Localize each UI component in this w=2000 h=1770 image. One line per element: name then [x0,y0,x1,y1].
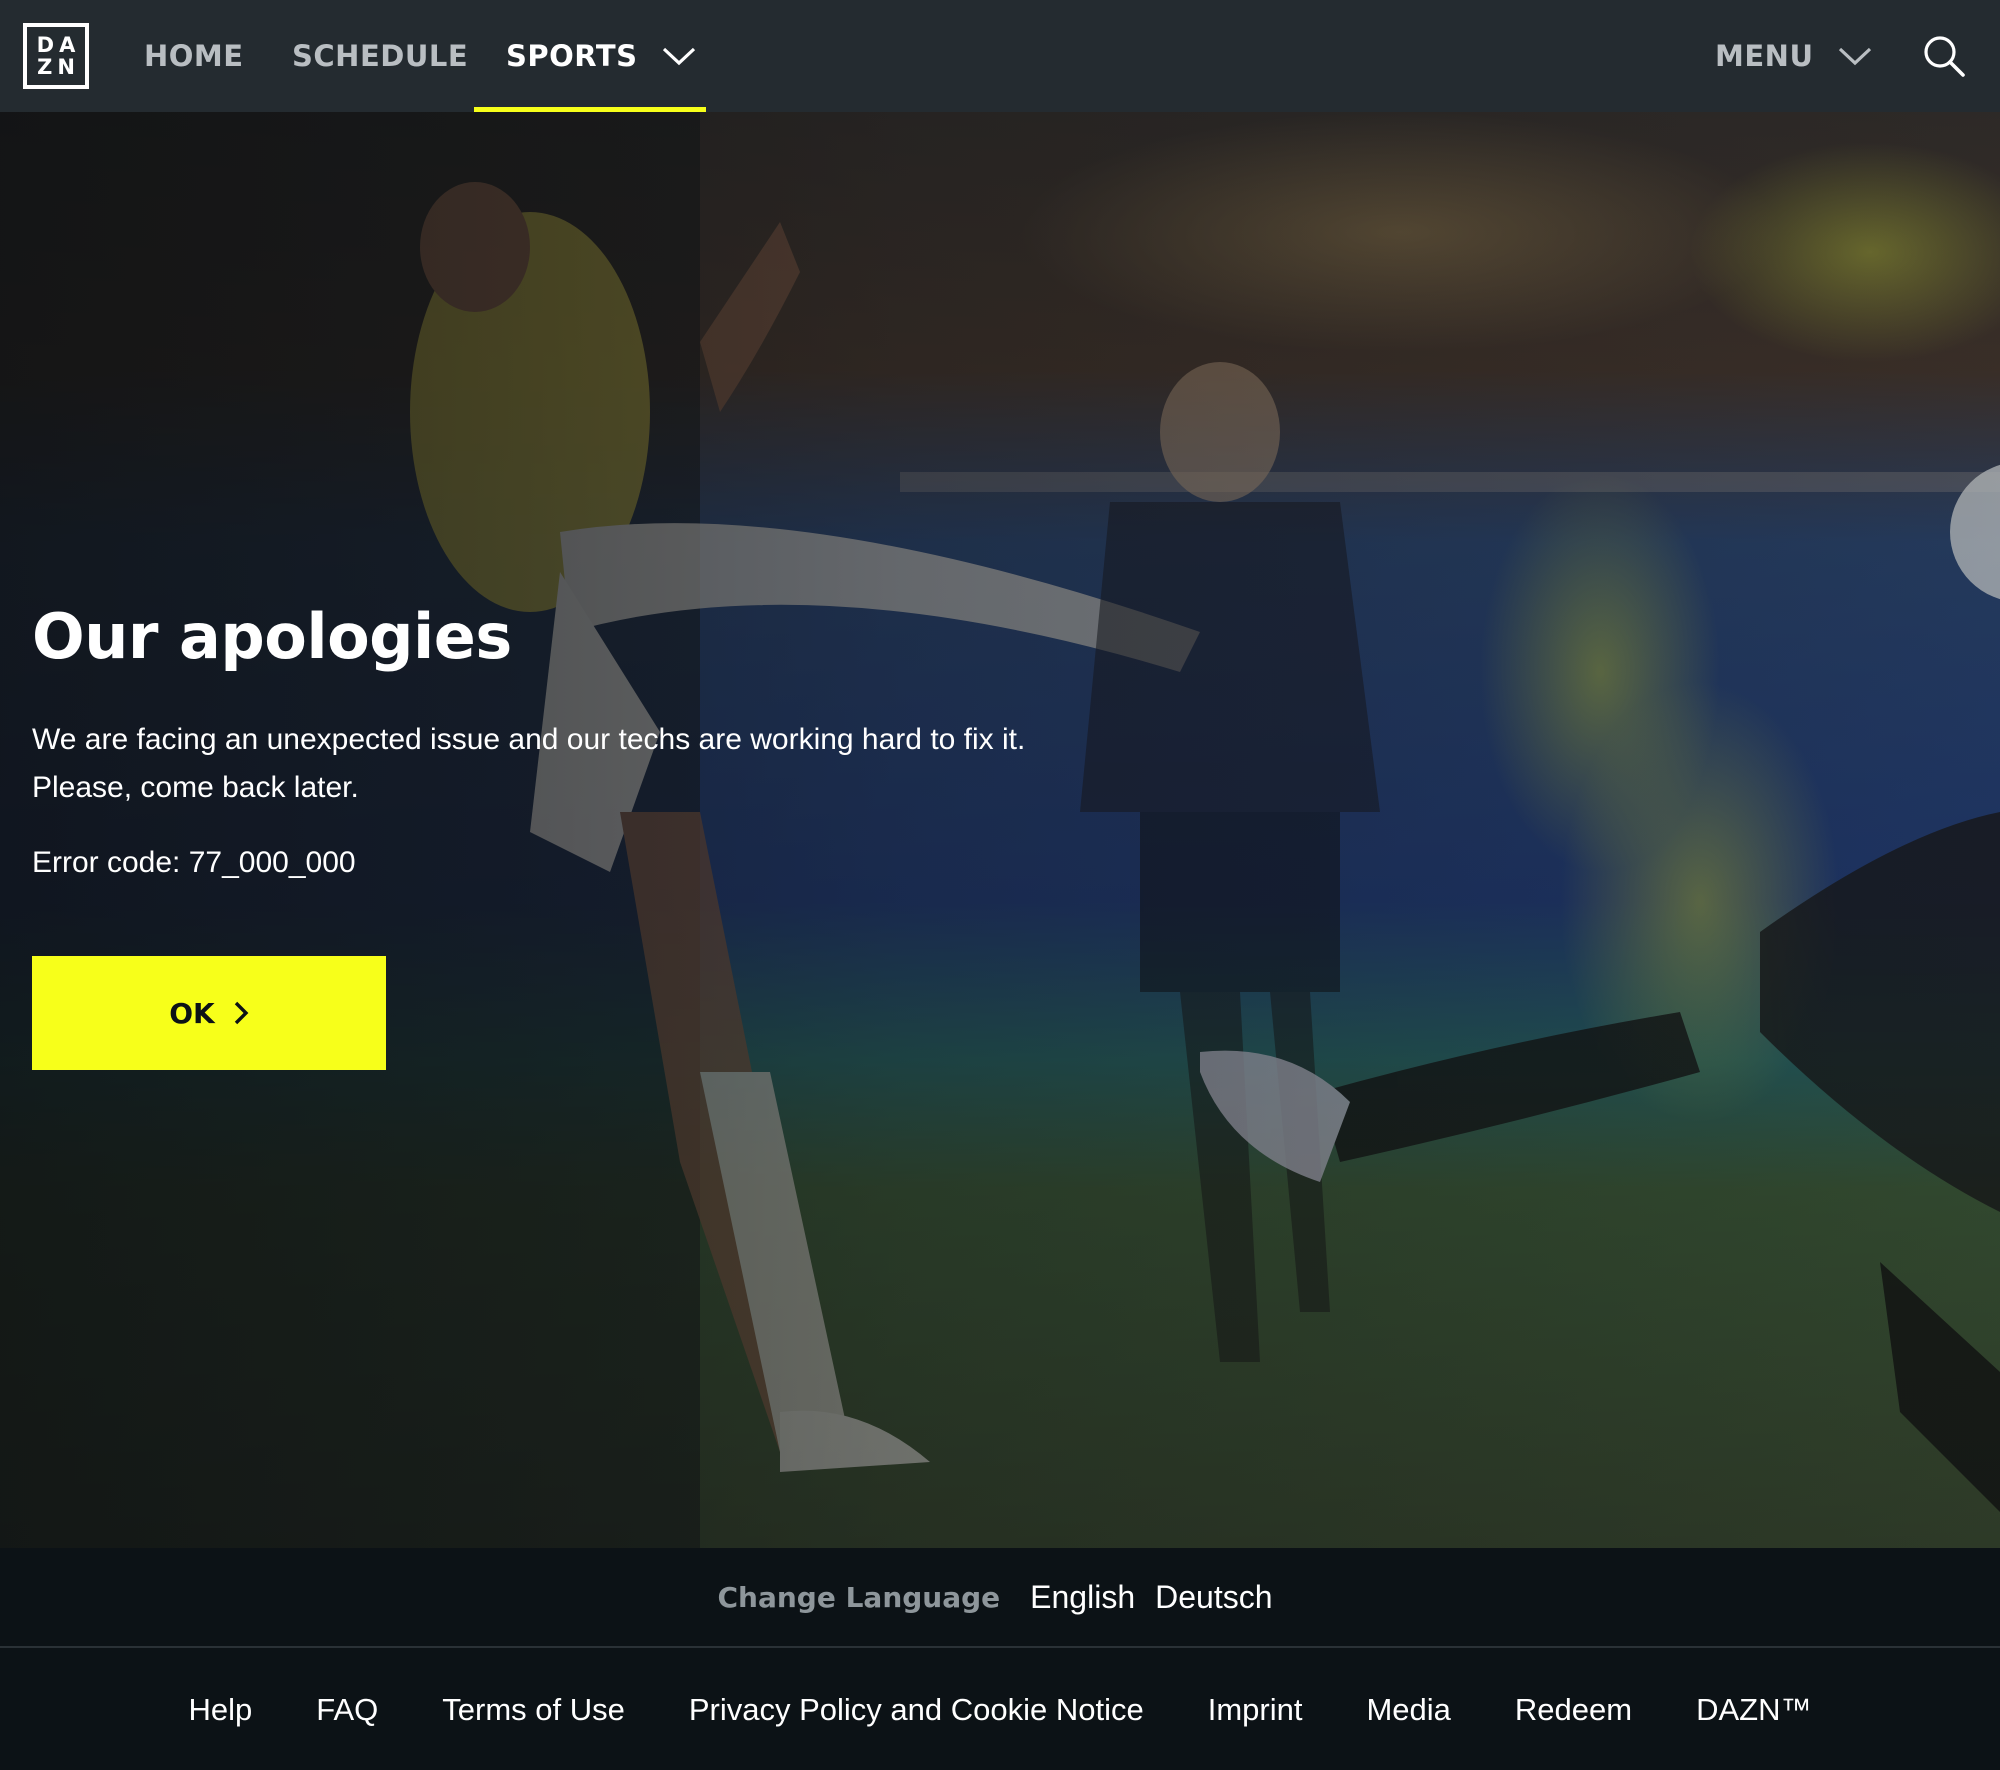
logo-text-top: DA [36,33,81,57]
error-message: We are facing an unexpected issue and ou… [32,716,1232,812]
language-option-english[interactable]: English [1030,1579,1135,1616]
ok-button[interactable]: OK [32,956,386,1070]
chevron-down-icon [1838,47,1871,66]
nav-menu-dropdown[interactable]: MENU [1715,0,1872,112]
footer-link-dazn[interactable]: DAZN™ [1696,1692,1811,1728]
footer-links: Help FAQ Terms of Use Privacy Policy and… [0,1650,2000,1770]
footer-link-imprint[interactable]: Imprint [1208,1692,1303,1728]
nav-menu-label: MENU [1715,39,1814,73]
search-button[interactable] [1922,34,1966,78]
footer-link-privacy[interactable]: Privacy Policy and Cookie Notice [689,1692,1144,1728]
logo-text-bottom: ZN [37,55,80,79]
error-title: Our apologies [32,600,512,673]
chevron-right-icon [234,1001,249,1025]
language-selector: Change Language English Deutsch [0,1548,2000,1648]
nav-sports-tab[interactable]: SPORTS [474,0,706,112]
error-hero: Our apologies We are facing an unexpecte… [0,112,2000,1548]
language-option-deutsch[interactable]: Deutsch [1155,1579,1272,1616]
nav-schedule-link[interactable]: SCHEDULE [292,0,468,112]
footer-link-faq[interactable]: FAQ [316,1692,378,1728]
nav-sports-label: SPORTS [506,39,638,73]
error-message-line-1: We are facing an unexpected issue and ou… [32,723,1026,756]
change-language-label: Change Language [717,1580,1001,1614]
footer-link-terms[interactable]: Terms of Use [442,1692,625,1728]
ok-button-label: OK [169,996,215,1030]
dazn-logo[interactable]: DA ZN [23,23,89,89]
error-code: Error code: 77_000_000 [32,846,356,879]
nav-home-link[interactable]: HOME [144,0,244,112]
search-icon [1924,36,1965,77]
top-navigation: DA ZN HOME SCHEDULE SPORTS MENU [0,0,2000,112]
footer-link-redeem[interactable]: Redeem [1515,1692,1632,1728]
footer-link-media[interactable]: Media [1366,1692,1450,1728]
error-message-line-2: Please, come back later. [32,771,359,804]
footer-link-help[interactable]: Help [188,1692,252,1728]
chevron-down-icon [662,47,695,66]
hero-dark-overlay [0,112,2000,1548]
